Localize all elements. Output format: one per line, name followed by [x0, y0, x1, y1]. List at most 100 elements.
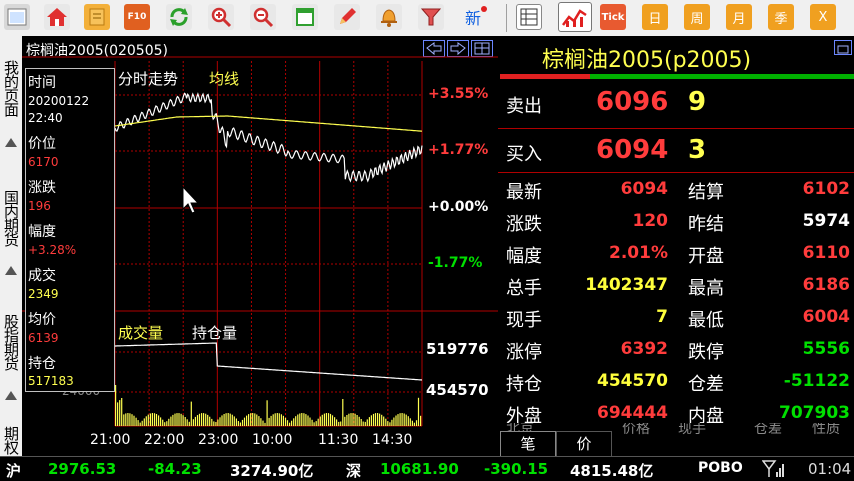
nav-index-futures[interactable]: 股指期货	[0, 300, 21, 384]
quote-field-label: 涨停	[506, 342, 542, 363]
sell-strength-bar	[500, 74, 590, 79]
quote-field-label: 持仓	[506, 374, 542, 395]
quote-field-value: 707903	[779, 403, 850, 423]
pencil-icon[interactable]	[334, 4, 360, 30]
volume-bar	[274, 413, 276, 426]
average-line	[114, 115, 423, 132]
nav-expand-icon[interactable]	[5, 266, 17, 275]
volume-bar	[209, 416, 211, 426]
volume-bar	[346, 415, 348, 426]
filter-icon[interactable]	[418, 4, 444, 30]
time-label: 14:30	[372, 432, 413, 448]
bell-icon[interactable]	[376, 4, 402, 30]
nav-expand-icon[interactable]	[5, 138, 17, 147]
quote-field-label: 最新	[506, 182, 542, 203]
nav-expand-icon[interactable]	[5, 391, 17, 400]
f10-icon[interactable]: F10	[124, 4, 150, 30]
volume-bar	[387, 421, 389, 426]
list-view-icon[interactable]	[516, 4, 542, 30]
zoom-in-icon[interactable]	[208, 4, 234, 30]
info-time: 22:40	[28, 111, 63, 125]
intraday-chart-icon[interactable]	[558, 2, 592, 32]
volume-bar	[241, 419, 244, 426]
close-button[interactable]: X	[810, 4, 836, 30]
tab-ticks[interactable]: 笔	[500, 431, 556, 456]
sz-amount: 4815.48亿	[570, 462, 654, 480]
quote-field-value: 1402347	[585, 275, 668, 295]
volume-bar	[409, 418, 411, 426]
info-avg: 6139	[28, 331, 59, 345]
legend-trend: 分时走势	[118, 70, 179, 88]
volume-bar	[420, 415, 422, 426]
quote-row: 涨停 6392 跌停 5556	[498, 336, 854, 366]
sz-index[interactable]: 10681.90	[380, 460, 459, 478]
volume-bar	[415, 420, 418, 426]
volume-bar	[393, 417, 395, 426]
volume-bar	[377, 413, 379, 426]
panel-toggle-icon[interactable]	[834, 40, 852, 55]
volume-bar	[340, 421, 342, 426]
sh-index[interactable]: 2976.53	[48, 460, 116, 478]
week-button[interactable]: 周	[684, 4, 710, 30]
quote-row: 涨跌 120 昨结 5974	[498, 208, 854, 238]
volume-bar	[235, 418, 237, 426]
volume-bar	[350, 413, 352, 426]
volume-bar	[336, 419, 338, 426]
volume-bar	[278, 413, 280, 426]
volume-bar	[397, 414, 399, 426]
nav-options[interactable]: 期权	[0, 420, 21, 460]
buy-quantity: 3	[688, 135, 707, 165]
volume-bar	[291, 420, 293, 426]
sell-label: 卖出	[506, 96, 542, 117]
volume-bar	[158, 415, 160, 426]
volume-bar	[321, 414, 323, 426]
volume-bar	[153, 413, 156, 426]
volume-bar	[237, 421, 239, 426]
day-button[interactable]: 日	[642, 4, 668, 30]
volume-bar	[366, 419, 368, 426]
notebook-icon[interactable]	[84, 4, 110, 30]
volume-bar	[180, 413, 182, 426]
volume-bar	[293, 418, 295, 426]
quote-field-label: 仓差	[688, 374, 724, 395]
refresh-icon[interactable]	[166, 4, 192, 30]
volume-bar	[313, 422, 315, 426]
volume-bar	[229, 413, 231, 426]
pct-label: +1.77%	[428, 142, 489, 158]
house-icon[interactable]	[44, 4, 70, 30]
nav-my-page[interactable]: 我的页面	[0, 46, 21, 130]
clock: 01:04	[808, 460, 852, 478]
tab-price[interactable]: 价	[556, 431, 612, 456]
volume-bar	[299, 413, 301, 426]
sz-change: -390.15	[484, 460, 549, 478]
volume-bar	[381, 414, 383, 426]
quote-panel: 棕榈油2005(p2005) 卖出 6096 9 买入 6094 3 最新 609…	[498, 36, 854, 456]
volume-bar	[368, 417, 370, 426]
window-icon[interactable]	[292, 4, 318, 30]
home-icon[interactable]	[4, 4, 30, 30]
volume-bar	[325, 413, 327, 426]
volume-bar	[372, 413, 375, 426]
quote-row: 最新 6094 结算 6102	[498, 176, 854, 206]
season-button[interactable]: 季	[768, 4, 794, 30]
volume-bar	[395, 415, 397, 426]
zoom-out-icon[interactable]	[250, 4, 276, 30]
nav-domestic-futures[interactable]: 国内期货	[0, 176, 21, 260]
volume-bar	[389, 422, 391, 426]
pct-label: -1.77%	[428, 255, 483, 271]
buy-strength-bar	[590, 74, 854, 79]
volume-bar	[203, 413, 205, 426]
volume-bar	[383, 416, 385, 426]
volume-bar	[201, 413, 203, 426]
month-button[interactable]: 月	[726, 4, 752, 30]
volume-bar	[164, 422, 166, 426]
volume-bar	[282, 415, 284, 426]
tick-button[interactable]: Tick	[600, 4, 626, 30]
volume-bar	[297, 414, 299, 426]
time-label: 21:00	[90, 432, 131, 448]
quote-field-label: 最低	[688, 310, 724, 331]
volume-bar	[205, 413, 207, 426]
volume-bar	[162, 419, 164, 426]
price-line	[114, 92, 423, 183]
news-dot-icon	[481, 6, 487, 12]
